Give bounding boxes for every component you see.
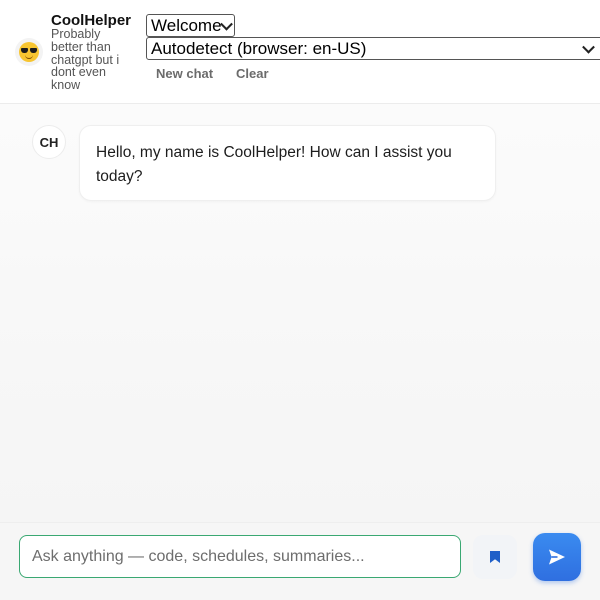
assistant-avatar: CH bbox=[32, 125, 66, 159]
message-text: Hello, my name is CoolHelper! How can I … bbox=[96, 144, 452, 185]
send-icon bbox=[549, 549, 565, 565]
welcome-select[interactable]: Welcome bbox=[146, 14, 235, 37]
chevron-down-icon bbox=[220, 17, 233, 31]
bookmark-button[interactable] bbox=[473, 535, 517, 579]
header: CoolHelper Probably better than chatgpt … bbox=[0, 0, 600, 104]
chevron-down-icon bbox=[582, 40, 595, 54]
clear-button[interactable]: Clear bbox=[236, 66, 269, 81]
welcome-select-value: Welcome bbox=[151, 15, 222, 35]
chat-app: CoolHelper Probably better than chatgpt … bbox=[0, 0, 600, 600]
message-bubble: Hello, my name is CoolHelper! How can I … bbox=[79, 125, 496, 201]
bookmark-icon bbox=[490, 551, 500, 563]
language-select[interactable]: Autodetect (browser: en-US) bbox=[146, 37, 600, 60]
language-select-value: Autodetect (browser: en-US) bbox=[151, 38, 367, 58]
chat-input[interactable] bbox=[19, 535, 461, 578]
send-button[interactable] bbox=[533, 533, 581, 581]
brand-tagline: Probably better than chatgpt but i dont … bbox=[51, 27, 120, 93]
sunglasses-emoji-icon bbox=[15, 38, 43, 66]
new-chat-button[interactable]: New chat bbox=[156, 66, 213, 81]
